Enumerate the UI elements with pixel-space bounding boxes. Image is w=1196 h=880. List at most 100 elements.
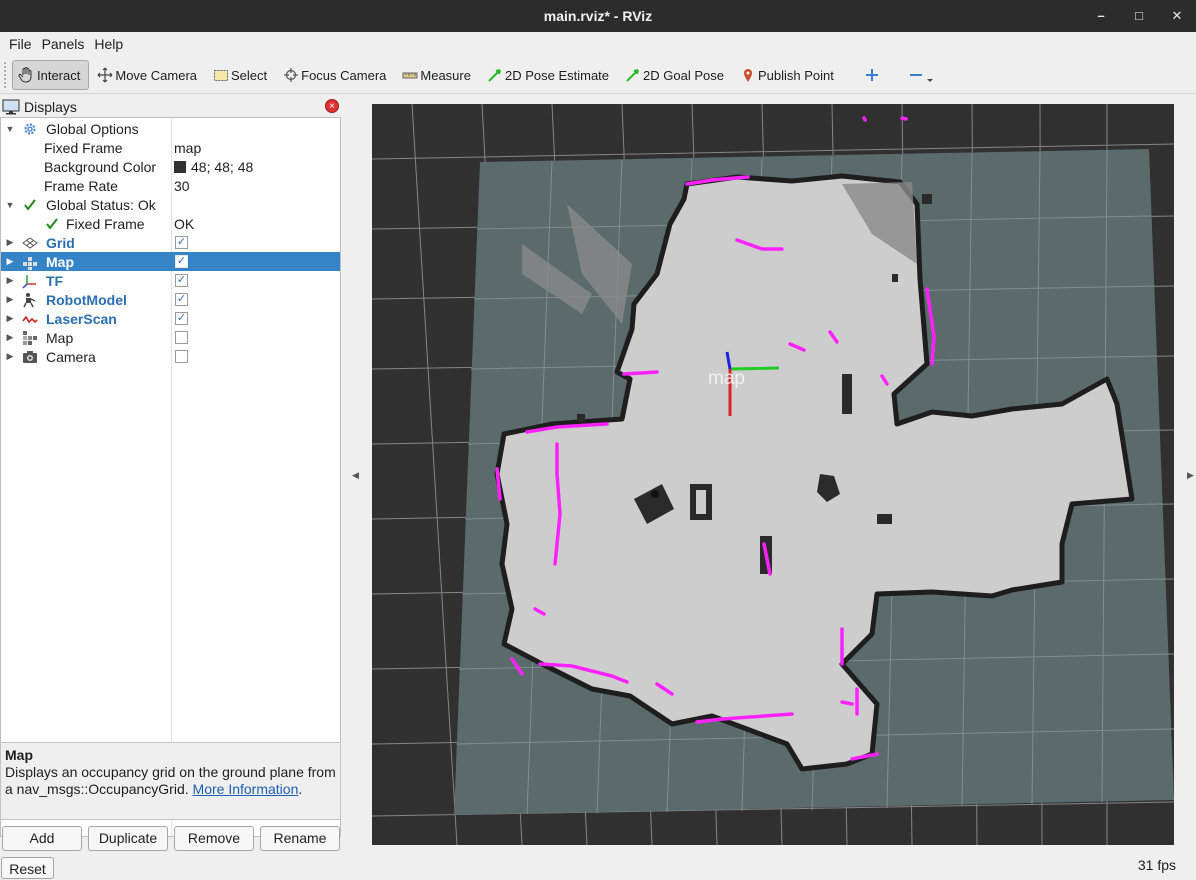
dropdown-arrow-icon [926,79,933,82]
tree-row-global-status[interactable]: ▼ Global Status: Ok [1,195,340,214]
status-fixed-frame-value: OK [174,215,195,232]
remove-button[interactable]: Remove [174,826,254,851]
background-color-label: Background Color [44,158,157,175]
tree-row-global-options[interactable]: ▼ Global Options [1,119,340,138]
tree-row-map2[interactable]: ▶ Map [1,328,340,347]
select-label: Select [231,67,268,83]
goal-pose-tool-button[interactable]: 2D Goal Pose [621,60,732,90]
move-camera-label: Move Camera [115,67,197,83]
toolbar-grip[interactable] [4,62,8,88]
menubar: File Panels Help [0,32,1196,57]
expand-arrow-icon[interactable]: ▶ [5,351,15,362]
expand-arrow-icon[interactable]: ▶ [5,294,15,305]
expand-arrow-icon[interactable]: ▶ [5,275,15,286]
map2-checkbox[interactable] [175,331,188,344]
green-arrow-icon [626,69,639,82]
tree-row-grid[interactable]: ▶ Grid ✓ [1,233,340,252]
displays-tree: ▼ Global Options Fixed Frame map Backgro… [0,117,341,837]
description-body: Displays an occupancy grid on the ground… [5,764,336,798]
grid-icon [22,235,38,251]
tf-label: TF [46,272,64,289]
robot-icon [22,292,38,308]
tree-row-laser-scan[interactable]: ▶ LaserScan ✓ [1,309,340,328]
checkmark-icon [22,197,38,213]
color-swatch[interactable] [174,160,186,173]
tree-row-fixed-frame[interactable]: Fixed Frame map [1,138,340,157]
remove-tool-button[interactable] [904,60,944,90]
close-button[interactable]: ✕ [1158,0,1196,32]
laser-scan-label: LaserScan [46,310,117,327]
scene-render[interactable] [372,104,1174,845]
camera-checkbox[interactable] [175,350,188,363]
crosshair-icon [284,68,299,82]
minus-icon [909,74,922,76]
displays-panel: Displays × ▼ Global Options Fixed Frame … [0,96,342,859]
laser-scan-checkbox[interactable]: ✓ [175,312,188,325]
map-label: Map [46,253,74,270]
robot-model-label: RobotModel [46,291,127,308]
tree-row-status-fixed-frame[interactable]: Fixed Frame OK [1,214,340,233]
menu-panels[interactable]: Panels [37,32,90,57]
expand-arrow-icon[interactable]: ▶ [5,313,15,324]
robot-sensor [651,490,659,498]
move-arrows-icon [97,67,113,83]
maximize-button[interactable]: □ [1120,0,1158,32]
tree-row-background-color[interactable]: Background Color 48; 48; 48 [1,157,340,176]
tf-checkbox[interactable]: ✓ [175,274,188,287]
map2-label: Map [46,329,74,346]
fps-counter: 31 fps [1137,857,1176,873]
close-panel-icon[interactable]: × [325,99,339,113]
description-suffix: . [298,781,303,797]
expand-arrow-icon[interactable]: ▶ [5,332,15,343]
expand-arrow-icon[interactable]: ▼ [5,200,15,210]
window-title: main.rviz* - RViz [543,8,653,24]
interact-tool-button[interactable]: Interact [12,60,90,90]
tool-toolbar: Interact Move Camera Select Focus Camera… [0,57,1196,94]
publish-point-label: Publish Point [757,67,834,83]
camera-label: Camera [46,348,96,365]
grid-checkbox[interactable]: ✓ [175,236,188,249]
tree-row-map[interactable]: ▶ Map ✓ [1,252,340,271]
frame-rate-label: Frame Rate [44,177,118,194]
pose-estimate-tool-button[interactable]: 2D Pose Estimate [483,60,617,90]
expand-arrow-icon[interactable]: ▼ [5,124,15,134]
map-grid-icon [22,330,38,346]
property-description: Map Displays an occupancy grid on the gr… [0,742,341,820]
publish-point-tool-button[interactable]: Publish Point [736,60,842,90]
minimize-button[interactable]: – [1082,0,1120,32]
move-camera-tool-button[interactable]: Move Camera [93,60,205,90]
focus-camera-label: Focus Camera [301,67,387,83]
tree-row-camera[interactable]: ▶ Camera [1,347,340,366]
expand-arrow-icon[interactable]: ▶ [5,256,15,267]
robot-model-checkbox[interactable]: ✓ [175,293,188,306]
select-tool-button[interactable]: Select [209,60,275,90]
goal-pose-label: 2D Goal Pose [643,67,724,83]
collapse-right-icon[interactable]: ▶ [1187,470,1194,481]
pose-estimate-label: 2D Pose Estimate [504,67,610,83]
expand-arrow-icon[interactable]: ▶ [5,237,15,248]
menu-help[interactable]: Help [89,32,128,57]
tree-row-frame-rate[interactable]: Frame Rate 30 [1,176,340,195]
fixed-frame-value[interactable]: map [174,140,201,156]
background-color-field[interactable]: 48; 48; 48 [174,159,253,175]
tree-row-robot-model[interactable]: ▶ RobotModel ✓ [1,290,340,309]
measure-tool-button[interactable]: Measure [398,60,479,90]
focus-camera-tool-button[interactable]: Focus Camera [279,60,394,90]
checkmark-icon [44,216,60,232]
add-tool-button[interactable] [860,60,890,90]
more-information-link[interactable]: More Information [193,781,299,797]
frame-rate-value[interactable]: 30 [174,178,190,194]
camera-icon [22,349,38,365]
add-button[interactable]: Add [2,826,82,851]
axes-icon [22,273,38,289]
menu-file[interactable]: File [4,32,37,57]
description-title: Map [5,747,33,763]
tree-row-tf[interactable]: ▶ TF ✓ [1,271,340,290]
rename-button[interactable]: Rename [260,826,340,851]
window-titlebar: main.rviz* - RViz – □ ✕ [0,0,1196,32]
render-viewport[interactable]: map [372,104,1174,845]
duplicate-button[interactable]: Duplicate [88,826,168,851]
collapse-left-icon[interactable]: ◀ [352,470,359,481]
map-checkbox[interactable]: ✓ [175,255,188,268]
reset-button[interactable]: Reset [1,857,54,879]
